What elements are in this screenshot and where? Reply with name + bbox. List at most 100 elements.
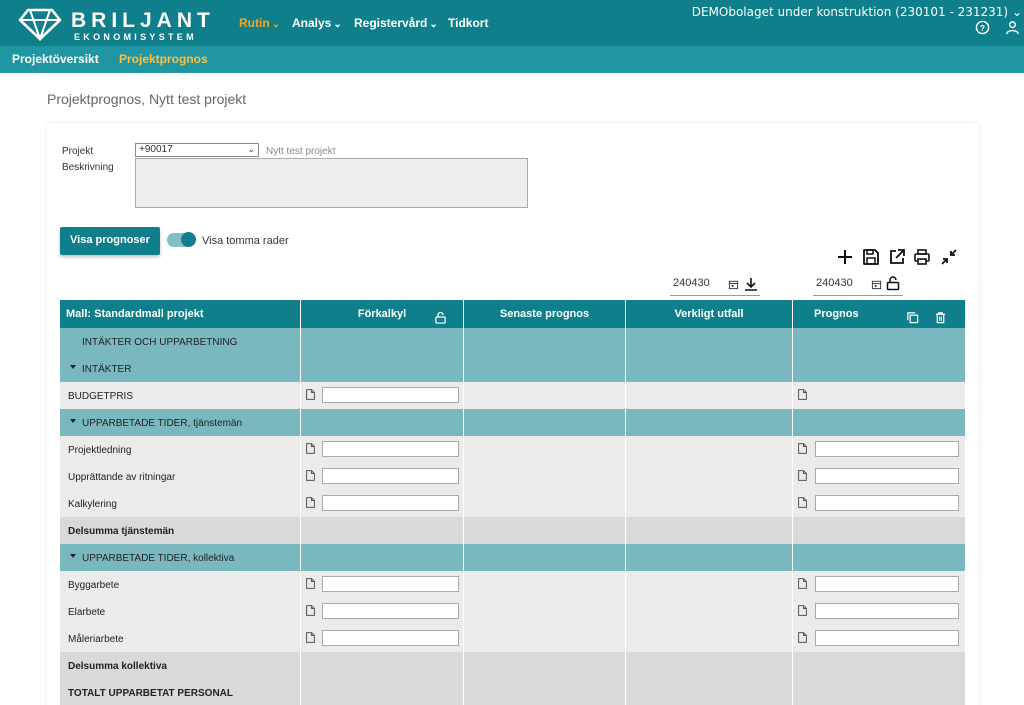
nav-rutin-label: Rutin: [239, 16, 270, 30]
prognos-input[interactable]: [815, 630, 959, 646]
nav-registervard-label: Registervård: [354, 16, 428, 30]
prognos-input[interactable]: [815, 603, 959, 619]
table-cell: [793, 544, 966, 571]
table-cell: [793, 517, 966, 544]
column-header-label: Prognos: [814, 308, 859, 320]
row-label[interactable]: INTÄKTER: [82, 364, 131, 375]
subnav-projektprognos[interactable]: Projektprognos: [119, 52, 208, 66]
table-row: Måleriarbete: [60, 625, 966, 652]
table-cell: [301, 328, 464, 355]
plus-icon[interactable]: [835, 247, 855, 267]
user-icon[interactable]: [1005, 20, 1020, 35]
table-cell: [464, 409, 626, 436]
row-label: BUDGETPRIS: [68, 391, 134, 402]
caret-down-icon[interactable]: [70, 365, 76, 369]
lock-icon[interactable]: [434, 307, 447, 324]
prognos-input[interactable]: [815, 576, 959, 592]
document-icon[interactable]: [306, 389, 315, 400]
row-label[interactable]: UPPARBETADE TIDER, kollektiva: [82, 553, 234, 564]
prognos-input[interactable]: [815, 468, 959, 484]
briljant-logo[interactable]: BRILJANT EKONOMISYSTEM: [18, 7, 223, 43]
forkalkyl-input[interactable]: [322, 576, 459, 592]
company-selector[interactable]: DEMObolaget under konstruktion (230101 -…: [692, 5, 1022, 19]
document-icon[interactable]: [798, 632, 807, 643]
nav-tidkort[interactable]: Tidkort: [448, 16, 488, 30]
table-cell: [793, 409, 966, 436]
table-cell: [626, 652, 793, 679]
date-left[interactable]: 240430: [673, 277, 710, 289]
lock-icon[interactable]: [885, 275, 901, 291]
table-cell: [464, 517, 626, 544]
document-icon[interactable]: [306, 605, 315, 616]
table-cell: [301, 544, 464, 571]
export-icon[interactable]: [887, 247, 907, 267]
table-cell: [626, 517, 793, 544]
table-cell: [464, 652, 626, 679]
column-header: Senaste prognos: [464, 300, 626, 328]
download-icon[interactable]: [743, 276, 759, 292]
nav-registervard[interactable]: Registervård ⌄: [354, 16, 438, 30]
table-cell: [301, 517, 464, 544]
prognos-input[interactable]: [815, 441, 959, 457]
nav-rutin[interactable]: Rutin ⌄: [239, 16, 280, 30]
column-header-label: Mall: Standardmall projekt: [66, 308, 204, 320]
document-icon[interactable]: [798, 605, 807, 616]
collapse-icon[interactable]: [939, 247, 959, 267]
forkalkyl-input[interactable]: [322, 495, 459, 511]
column-header: Verkligt utfall: [626, 300, 793, 328]
nav-analys[interactable]: Analys ⌄: [292, 16, 342, 30]
row-label: INTÄKTER OCH UPPARBETNING: [82, 337, 238, 348]
table-row: Elarbete: [60, 598, 966, 625]
row-label[interactable]: UPPARBETADE TIDER, tjänstemän: [82, 418, 242, 429]
trash-icon[interactable]: [934, 307, 947, 324]
table-row: UPPARBETADE TIDER, kollektiva: [60, 544, 966, 571]
table-cell: [301, 679, 464, 705]
document-icon[interactable]: [306, 497, 315, 508]
brand-name: BRILJANT: [71, 9, 215, 32]
document-icon[interactable]: [306, 470, 315, 481]
document-icon[interactable]: [306, 443, 315, 454]
document-icon[interactable]: [798, 470, 807, 481]
document-icon[interactable]: [306, 578, 315, 589]
help-icon[interactable]: ?: [975, 20, 990, 35]
save-icon[interactable]: [861, 247, 881, 267]
copy-icon[interactable]: [906, 307, 919, 324]
document-icon[interactable]: [798, 497, 807, 508]
row-label: Delsumma kollektiva: [68, 661, 167, 672]
projekt-select[interactable]: +90017 ⌄: [135, 143, 259, 157]
prognos-input[interactable]: [815, 495, 959, 511]
date-right[interactable]: 240430: [816, 277, 853, 289]
caret-down-icon[interactable]: [70, 419, 76, 423]
forkalkyl-input[interactable]: [322, 630, 459, 646]
table-header-row: Mall: Standardmall projekt Förkalkyl Senas…: [60, 300, 966, 328]
document-icon[interactable]: [306, 632, 315, 643]
projekt-label: Projekt: [62, 146, 94, 157]
beskrivning-textarea[interactable]: [135, 158, 528, 208]
table-cell: [301, 409, 464, 436]
chevron-down-icon: ⌄: [333, 19, 342, 30]
document-icon[interactable]: [798, 389, 807, 400]
visa-prognoser-button[interactable]: Visa prognoser: [60, 227, 160, 255]
forkalkyl-input[interactable]: [322, 468, 459, 484]
print-icon[interactable]: [912, 247, 932, 267]
company-name: DEMObolaget under konstruktion (230101 -…: [691, 5, 1009, 19]
forkalkyl-input[interactable]: [322, 603, 459, 619]
row-label: Projektledning: [68, 445, 132, 456]
table-cell: [793, 355, 966, 382]
subnav-projektoversikt[interactable]: Projektöversikt: [12, 52, 99, 66]
column-header: Förkalkyl: [301, 300, 464, 328]
visa-tomma-rader-toggle[interactable]: [167, 232, 196, 247]
document-icon[interactable]: [798, 578, 807, 589]
row-label: TOTALT UPPARBETAT PERSONAL: [68, 688, 233, 699]
brand-subtitle: EKONOMISYSTEM: [74, 32, 197, 42]
caret-down-icon[interactable]: [70, 554, 76, 558]
forkalkyl-input[interactable]: [322, 387, 459, 403]
nav-analys-label: Analys: [292, 16, 332, 30]
calendar-icon[interactable]: [871, 279, 882, 290]
forkalkyl-input[interactable]: [322, 441, 459, 457]
table-cell: [464, 571, 626, 598]
calendar-icon[interactable]: [728, 279, 739, 290]
table-row: Delsumma kollektiva: [60, 652, 966, 679]
beskrivning-label: Beskrivning: [62, 162, 114, 173]
document-icon[interactable]: [798, 443, 807, 454]
